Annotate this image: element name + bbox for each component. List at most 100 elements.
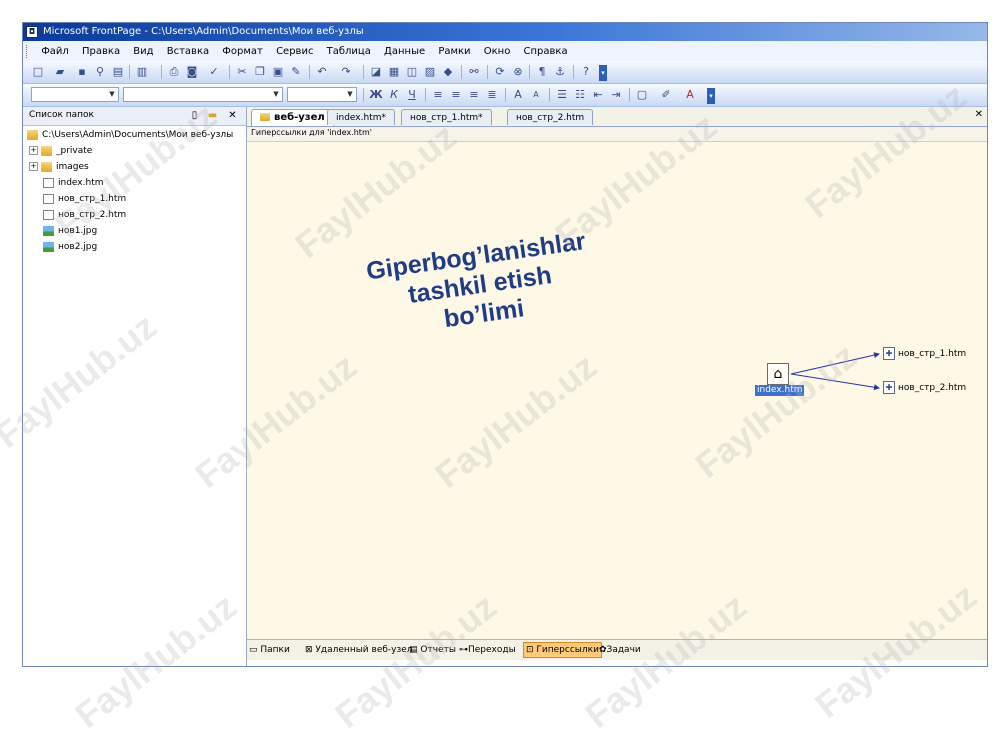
show-layer-anchors-icon[interactable]: ⚓ xyxy=(553,65,567,79)
view-hyperlinks-button[interactable]: ⊡ Гиперссылки xyxy=(523,642,602,658)
paste-icon[interactable]: ▣ xyxy=(271,65,285,79)
style-select[interactable]: ▼ xyxy=(31,87,119,102)
hyperlink-node-label: нов_стр_2.htm xyxy=(898,383,967,393)
expand-icon[interactable]: + xyxy=(29,162,38,171)
font-select[interactable]: ▼ xyxy=(123,87,283,102)
menu-insert[interactable]: Вставка xyxy=(162,42,214,61)
menu-window[interactable]: Окно xyxy=(479,42,516,61)
view-reports-button[interactable]: ▤ Отчеты xyxy=(409,643,456,657)
drawing-icon[interactable]: ◆ xyxy=(441,65,455,79)
html-page-icon xyxy=(43,193,54,204)
toggle-pane-icon[interactable]: ▥ xyxy=(135,65,149,79)
toolbar-separator xyxy=(487,65,488,79)
menu-tools[interactable]: Сервис xyxy=(271,42,318,61)
tab-page-1[interactable]: нов_стр_1.htm* xyxy=(401,109,492,125)
hyperlink-node[interactable]: ✚ нов_стр_2.htm xyxy=(883,381,966,394)
font-color-icon[interactable]: A xyxy=(683,88,697,102)
insert-web-component-icon[interactable]: ◪ xyxy=(369,65,383,79)
cut-icon[interactable]: ✂ xyxy=(235,65,249,79)
toolbar-options-icon[interactable]: ▾ xyxy=(599,65,607,81)
tree-item[interactable]: нов2.jpg xyxy=(43,239,97,255)
tab-website[interactable]: веб-узел xyxy=(251,109,334,126)
copy-icon[interactable]: ❐ xyxy=(253,65,267,79)
new-folder-icon[interactable]: ▬ xyxy=(206,109,219,122)
view-folders-button[interactable]: ▭ Папки xyxy=(249,643,290,657)
tree-root[interactable]: C:\Users\Admin\Documents\Мои веб-узлы xyxy=(27,127,233,143)
menu-data[interactable]: Данные xyxy=(379,42,430,61)
home-page-icon xyxy=(43,177,54,188)
hyperlink-node[interactable]: ✚ нов_стр_1.htm xyxy=(883,347,966,360)
align-left-icon[interactable]: ≡ xyxy=(431,88,445,102)
tree-item-label: index.htm xyxy=(58,178,104,188)
tree-item[interactable]: нов_стр_1.htm xyxy=(43,191,126,207)
tree-item[interactable]: нов1.jpg xyxy=(43,223,97,239)
view-label: Папки xyxy=(260,645,290,655)
hyperlinks-canvas[interactable]: Giperbog’lanishlar tashkil etish bo’limi… xyxy=(247,142,987,639)
folder-list-pane: Список папок ▯ ▬ ✕ C:\Users\Admin\Docume… xyxy=(23,107,247,666)
menu-format[interactable]: Формат xyxy=(217,42,268,61)
font-size-select[interactable]: ▼ xyxy=(287,87,357,102)
tab-index[interactable]: index.htm* xyxy=(327,109,395,125)
search-icon[interactable]: ⚲ xyxy=(93,65,107,79)
preview-icon[interactable]: ◙ xyxy=(185,65,199,79)
menu-table[interactable]: Таблица xyxy=(322,42,376,61)
open-folder-icon[interactable]: ▰ xyxy=(53,65,67,79)
highlight-icon[interactable]: ✐ xyxy=(659,88,673,102)
tree-item[interactable]: + images xyxy=(29,159,89,175)
show-all-icon[interactable]: ¶ xyxy=(535,65,549,79)
tree-item[interactable]: нов_стр_2.htm xyxy=(43,207,126,223)
menu-frames[interactable]: Рамки xyxy=(433,42,475,61)
increase-indent-icon[interactable]: ⇥ xyxy=(609,88,623,102)
insert-picture-icon[interactable]: ▨ xyxy=(423,65,437,79)
insert-layer-icon[interactable]: ◫ xyxy=(405,65,419,79)
decrease-indent-icon[interactable]: ⇤ xyxy=(591,88,605,102)
close-icon[interactable]: ✕ xyxy=(975,109,983,120)
redo-icon[interactable]: ↷ xyxy=(339,65,353,79)
decrease-font-icon[interactable]: A xyxy=(529,88,543,102)
toolbar-options-icon[interactable]: ▾ xyxy=(707,88,715,104)
numbering-icon[interactable]: ☰ xyxy=(555,88,569,102)
italic-button[interactable]: К xyxy=(387,88,401,102)
save-icon[interactable]: ▪ xyxy=(75,65,89,79)
expand-icon[interactable]: + xyxy=(29,146,38,155)
format-painter-icon[interactable]: ✎ xyxy=(289,65,303,79)
refresh-icon[interactable]: ⟳ xyxy=(493,65,507,79)
new-page-icon[interactable]: ▯ xyxy=(188,109,201,122)
justify-icon[interactable]: ≣ xyxy=(485,88,499,102)
menu-help[interactable]: Справка xyxy=(519,42,573,61)
close-icon[interactable]: ✕ xyxy=(226,109,239,122)
print-icon[interactable]: ⎙ xyxy=(167,65,181,79)
undo-icon[interactable]: ↶ xyxy=(315,65,329,79)
home-page-icon[interactable]: ⌂ xyxy=(767,363,789,385)
menu-file[interactable]: Файл xyxy=(36,42,74,61)
increase-font-icon[interactable]: A xyxy=(511,88,525,102)
frontpage-app-icon[interactable]: ◘ xyxy=(26,26,38,38)
hyperlink-root-label[interactable]: index.htm xyxy=(755,385,805,396)
tree-item[interactable]: index.htm xyxy=(43,175,103,191)
align-center-icon[interactable]: ≡ xyxy=(449,88,463,102)
bullets-icon[interactable]: ☷ xyxy=(573,88,587,102)
view-remote-site-button[interactable]: ⊠ Удаленный веб-узел xyxy=(305,643,413,657)
stop-icon[interactable]: ⊗ xyxy=(511,65,525,79)
hyperlink-icon[interactable]: ⚯ xyxy=(467,65,481,79)
help-icon[interactable]: ? xyxy=(579,65,593,79)
new-page-icon[interactable]: □ xyxy=(31,65,45,79)
borders-icon[interactable]: ▢ xyxy=(635,88,649,102)
bold-button[interactable]: Ж xyxy=(369,88,383,102)
spelling-icon[interactable]: ✓ xyxy=(207,65,221,79)
view-tasks-button[interactable]: ✿Задачи xyxy=(599,643,641,657)
reports-icon: ▤ xyxy=(409,645,418,655)
hyperlink-arrow xyxy=(790,352,880,375)
align-right-icon[interactable]: ≡ xyxy=(467,88,481,102)
view-navigation-button[interactable]: ⊶Переходы xyxy=(459,643,516,657)
menu-view[interactable]: Вид xyxy=(128,42,158,61)
underline-button[interactable]: Ч xyxy=(405,88,419,102)
insert-table-icon[interactable]: ▦ xyxy=(387,65,401,79)
publish-icon[interactable]: ▤ xyxy=(111,65,125,79)
view-label: Переходы xyxy=(468,645,516,655)
menu-grip[interactable] xyxy=(26,45,30,58)
tab-page-2[interactable]: нов_стр_2.htm xyxy=(507,109,594,125)
menu-edit[interactable]: Правка xyxy=(77,42,125,61)
tree-item[interactable]: + _private xyxy=(29,143,92,159)
linked-page-icon: ✚ xyxy=(883,381,895,394)
